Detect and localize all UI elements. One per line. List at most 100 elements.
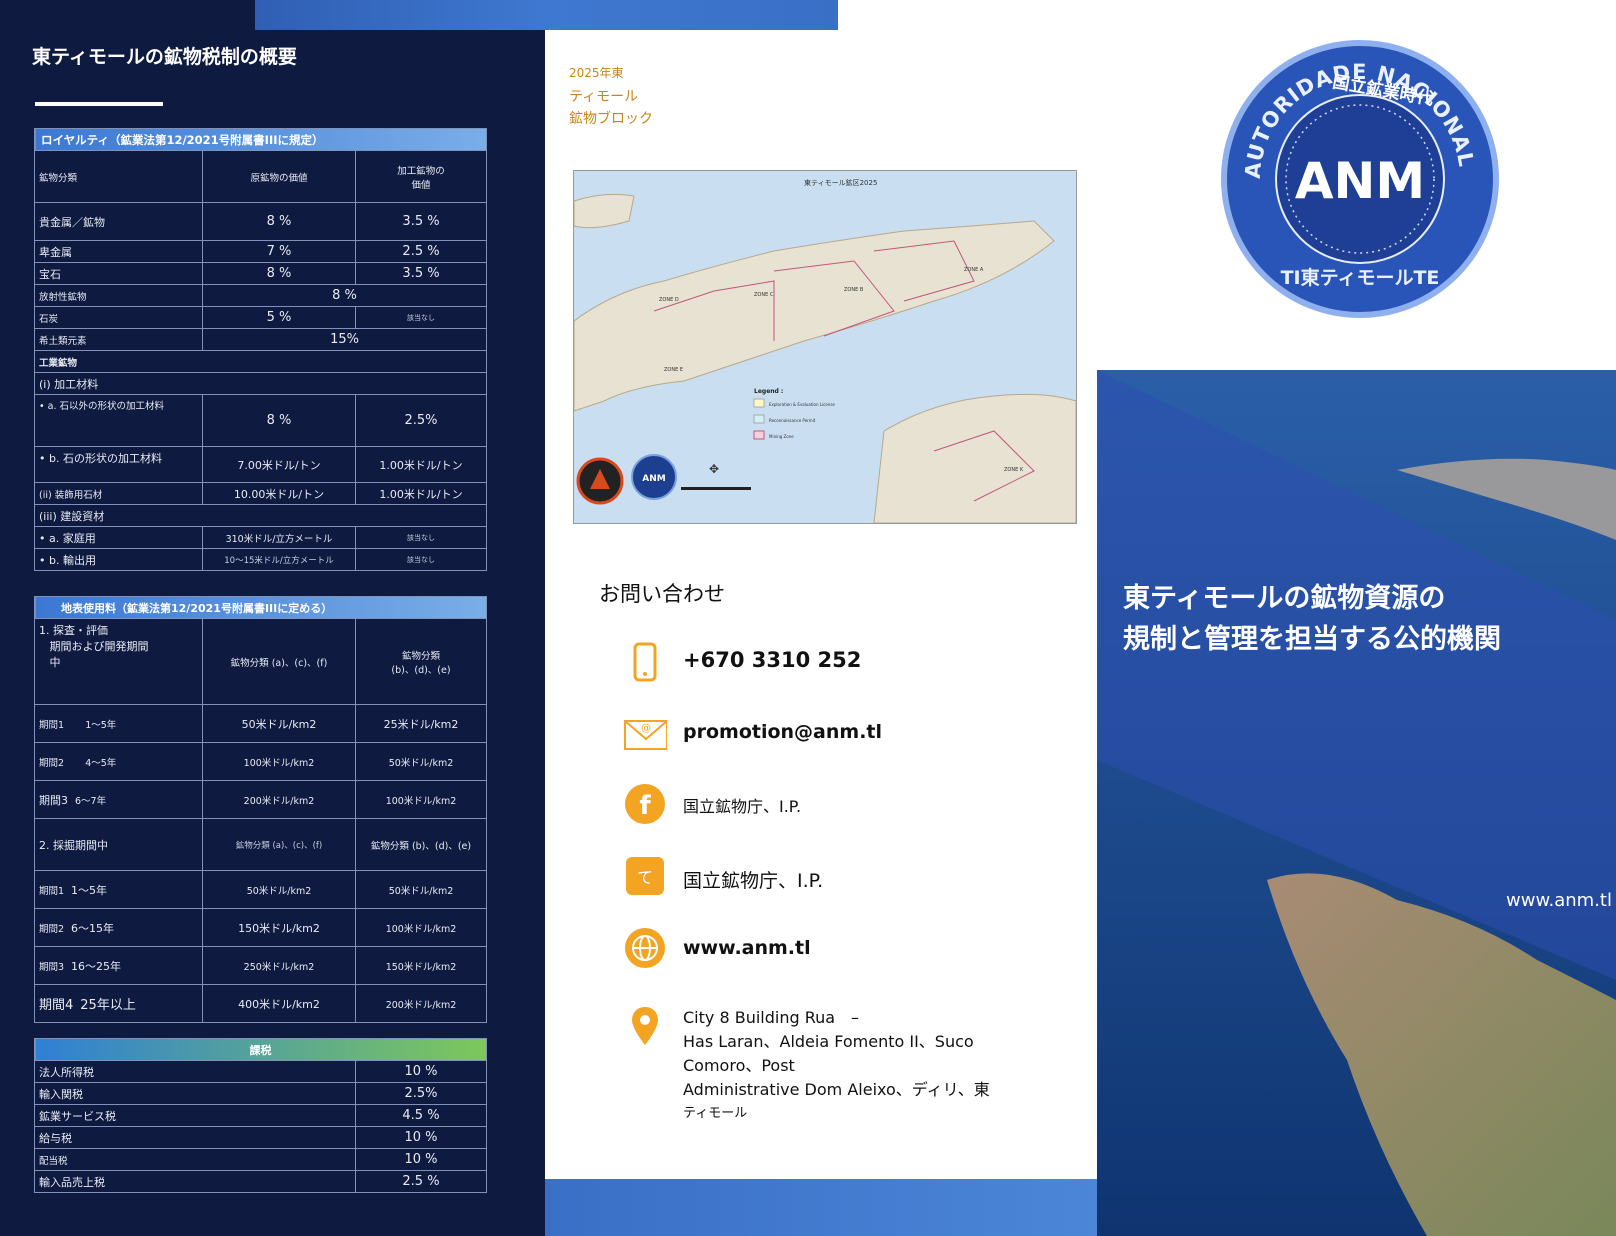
cell: 10 % <box>355 1126 487 1149</box>
table-row-label: 放射性鉱物 <box>34 284 203 307</box>
cell: 7 % <box>202 240 356 263</box>
cell: 3.5 % <box>354 262 488 285</box>
cell: 150米ドル/km2 <box>202 908 356 947</box>
title-underline <box>35 102 163 106</box>
map-zone-label: ZONE A <box>964 267 984 273</box>
cell: 15% <box>201 328 488 351</box>
construction-label: (iii) 建設資材 <box>33 504 488 527</box>
table-row-label: 輸入関税 <box>34 1082 356 1105</box>
map-legend-item: Reconnaissance Permit <box>769 418 816 423</box>
cell: 50米ドル/km2 <box>354 742 488 781</box>
table-row-label: 期間2 4〜5年 <box>34 742 203 781</box>
address-line: Administrative Dom Aleixo、ディリ、東 <box>683 1080 990 1099</box>
cell: 200米ドル/km2 <box>354 984 488 1023</box>
cell: 50米ドル/km2 <box>354 870 488 909</box>
cell: 該当なし <box>354 306 488 329</box>
col-header-raw: 原鉱物の価値 <box>202 150 356 203</box>
svg-text:て: て <box>637 868 653 887</box>
map-logo-text: ANM <box>642 474 665 484</box>
svg-text:f: f <box>639 791 651 821</box>
map-title: 東ティモール鉱区2025 <box>804 178 877 187</box>
map-legend-title: Legend : <box>754 388 783 395</box>
map-zone-label: ZONE K <box>1004 467 1024 473</box>
cell: 5 % <box>202 306 356 329</box>
tax-table: 課税 法人所得税 10 % 輸入関税 2.5% 鉱業サービス税 4.5 % 給与税 10… <box>34 1038 487 1193</box>
table-row-label: 希土類元素 <box>34 328 203 351</box>
email-link[interactable]: promotion@anm.tl <box>683 721 882 743</box>
email-icon: @ <box>623 710 667 754</box>
cell: 10.00米ドル/トン <box>202 482 356 505</box>
processing-label: (i) 加工材料 <box>33 372 488 395</box>
col-header: 鉱物分類 (a)、(c)、(f) <box>202 618 356 705</box>
panel-title: 東ティモールの鉱物税制の概要 <box>32 46 297 68</box>
cell: 2.5% <box>355 1082 487 1105</box>
cell: 該当なし <box>354 548 488 571</box>
table-row-label: 期間3 16〜25年 <box>34 946 203 985</box>
tax-header: 課税 <box>34 1038 487 1061</box>
social-link[interactable]: 国立鉱物庁、I.P. <box>683 866 823 893</box>
facebook-link[interactable]: 国立鉱物庁、I.P. <box>683 793 801 817</box>
anm-seal: AUTORIDADE NACIONAL DOS MINERAIS ANM 国立鉱… <box>1221 40 1499 318</box>
facebook-icon[interactable]: f <box>623 782 667 826</box>
table-row-label: 期間1 1〜5年 <box>34 870 203 909</box>
table-row-label: 卑金属 <box>34 240 203 263</box>
table-row-label: 鉱業サービス税 <box>34 1104 356 1127</box>
table-row-label: 石炭 <box>34 306 203 329</box>
cell: 2.5 % <box>355 1170 487 1193</box>
top-accent-bar <box>545 0 838 30</box>
surface-fee-table: 地表使用料（鉱業法第12/2021号附属書IIIに定める） 1. 探査・評価 期… <box>33 596 488 1023</box>
map-zone-label: ZONE C <box>754 292 774 298</box>
address-line: Has Laran、Aldeia Fomento II、Suco <box>683 1032 974 1051</box>
tax-overview-panel: 東ティモールの鉱物税制の概要 ロイヤルティ（鉱業法第12/2021号附属書III… <box>0 0 545 1236</box>
surface-header: 地表使用料（鉱業法第12/2021号附属書IIIに定める） <box>33 596 488 619</box>
seal-center-text: ANM <box>1295 152 1425 210</box>
table-row-label: 貴金属／鉱物 <box>34 202 203 241</box>
royalty-table: ロイヤルティ（鉱業法第12/2021号附属書IIIに規定） 鉱物分類 原鉱物の価… <box>33 128 488 571</box>
col-header-class: 鉱物分類 <box>34 150 203 203</box>
cover-panel: AUTORIDADE NACIONAL DOS MINERAIS ANM 国立鉱… <box>1097 0 1616 1236</box>
contact-panel: 2025年東 ティモール 鉱物ブロック 東ティモール鉱区2025 ZONE D … <box>545 0 1097 1236</box>
table-row-label: 期間1 1〜5年 <box>34 704 203 743</box>
table-row-label: 輸入品売上税 <box>34 1170 356 1193</box>
mining-blocks-map: 東ティモール鉱区2025 ZONE D ZONE C ZONE B ZONE A… <box>573 170 1077 524</box>
cell: 10 % <box>355 1148 487 1171</box>
mining-label: 2. 採掘期間中 <box>34 818 203 871</box>
cell: 8 % <box>202 394 356 447</box>
table-row-label: 法人所得税 <box>34 1060 356 1083</box>
table-row-label: 期間4 25年以上 <box>34 984 203 1023</box>
industrial-label: 工業鉱物 <box>33 350 488 373</box>
map-legend-item: Mining Zone <box>769 434 794 439</box>
cell: 8 % <box>202 262 356 285</box>
cell: 50米ドル/km2 <box>202 704 356 743</box>
cell: 8 % <box>202 202 356 241</box>
globe-icon <box>623 926 667 970</box>
table-row-label: 期間2 6〜15年 <box>34 908 203 947</box>
map-graphic: 東ティモール鉱区2025 ZONE D ZONE C ZONE B ZONE A… <box>573 171 1077 524</box>
cover-website[interactable]: www.anm.tl <box>1506 890 1612 911</box>
cell: 3.5 % <box>354 202 488 241</box>
cell: 25米ドル/km2 <box>354 704 488 743</box>
svg-text:@: @ <box>641 723 651 734</box>
cell: 100米ドル/km2 <box>354 908 488 947</box>
table-row-label: • b. 石の形状の加工材料 <box>34 446 203 483</box>
address-line: City 8 Building Rua – <box>683 1008 860 1027</box>
cell: 10 % <box>355 1060 487 1083</box>
cell: 8 % <box>201 284 488 307</box>
scale-bar <box>681 487 751 490</box>
social-app-icon[interactable]: て <box>623 854 667 898</box>
cell: 10〜15米ドル/立方メートル <box>202 548 356 571</box>
seal-graphic: AUTORIDADE NACIONAL DOS MINERAIS ANM 国立鉱… <box>1227 46 1478 289</box>
cell: 4.5 % <box>355 1104 487 1127</box>
map-legend-item: Exploration & Evaluation License <box>769 402 835 407</box>
explore-label: 1. 探査・評価 期間および開発期間 中 <box>34 618 203 705</box>
cell: 2.5% <box>354 394 488 447</box>
cell: 100米ドル/km2 <box>354 780 488 819</box>
cell: 100米ドル/km2 <box>202 742 356 781</box>
website-link[interactable]: www.anm.tl <box>683 937 811 959</box>
table-row-label: (ii) 装飾用石材 <box>34 482 203 505</box>
phone-number[interactable]: +670 3310 252 <box>683 648 861 672</box>
cell: 2.5 % <box>354 240 488 263</box>
col-header-processed: 加工鉱物の 価値 <box>354 150 488 203</box>
map-subtitle-line2: ティモール <box>569 89 639 105</box>
headline-line1: 東ティモールの鉱物資源の <box>1123 583 1446 614</box>
